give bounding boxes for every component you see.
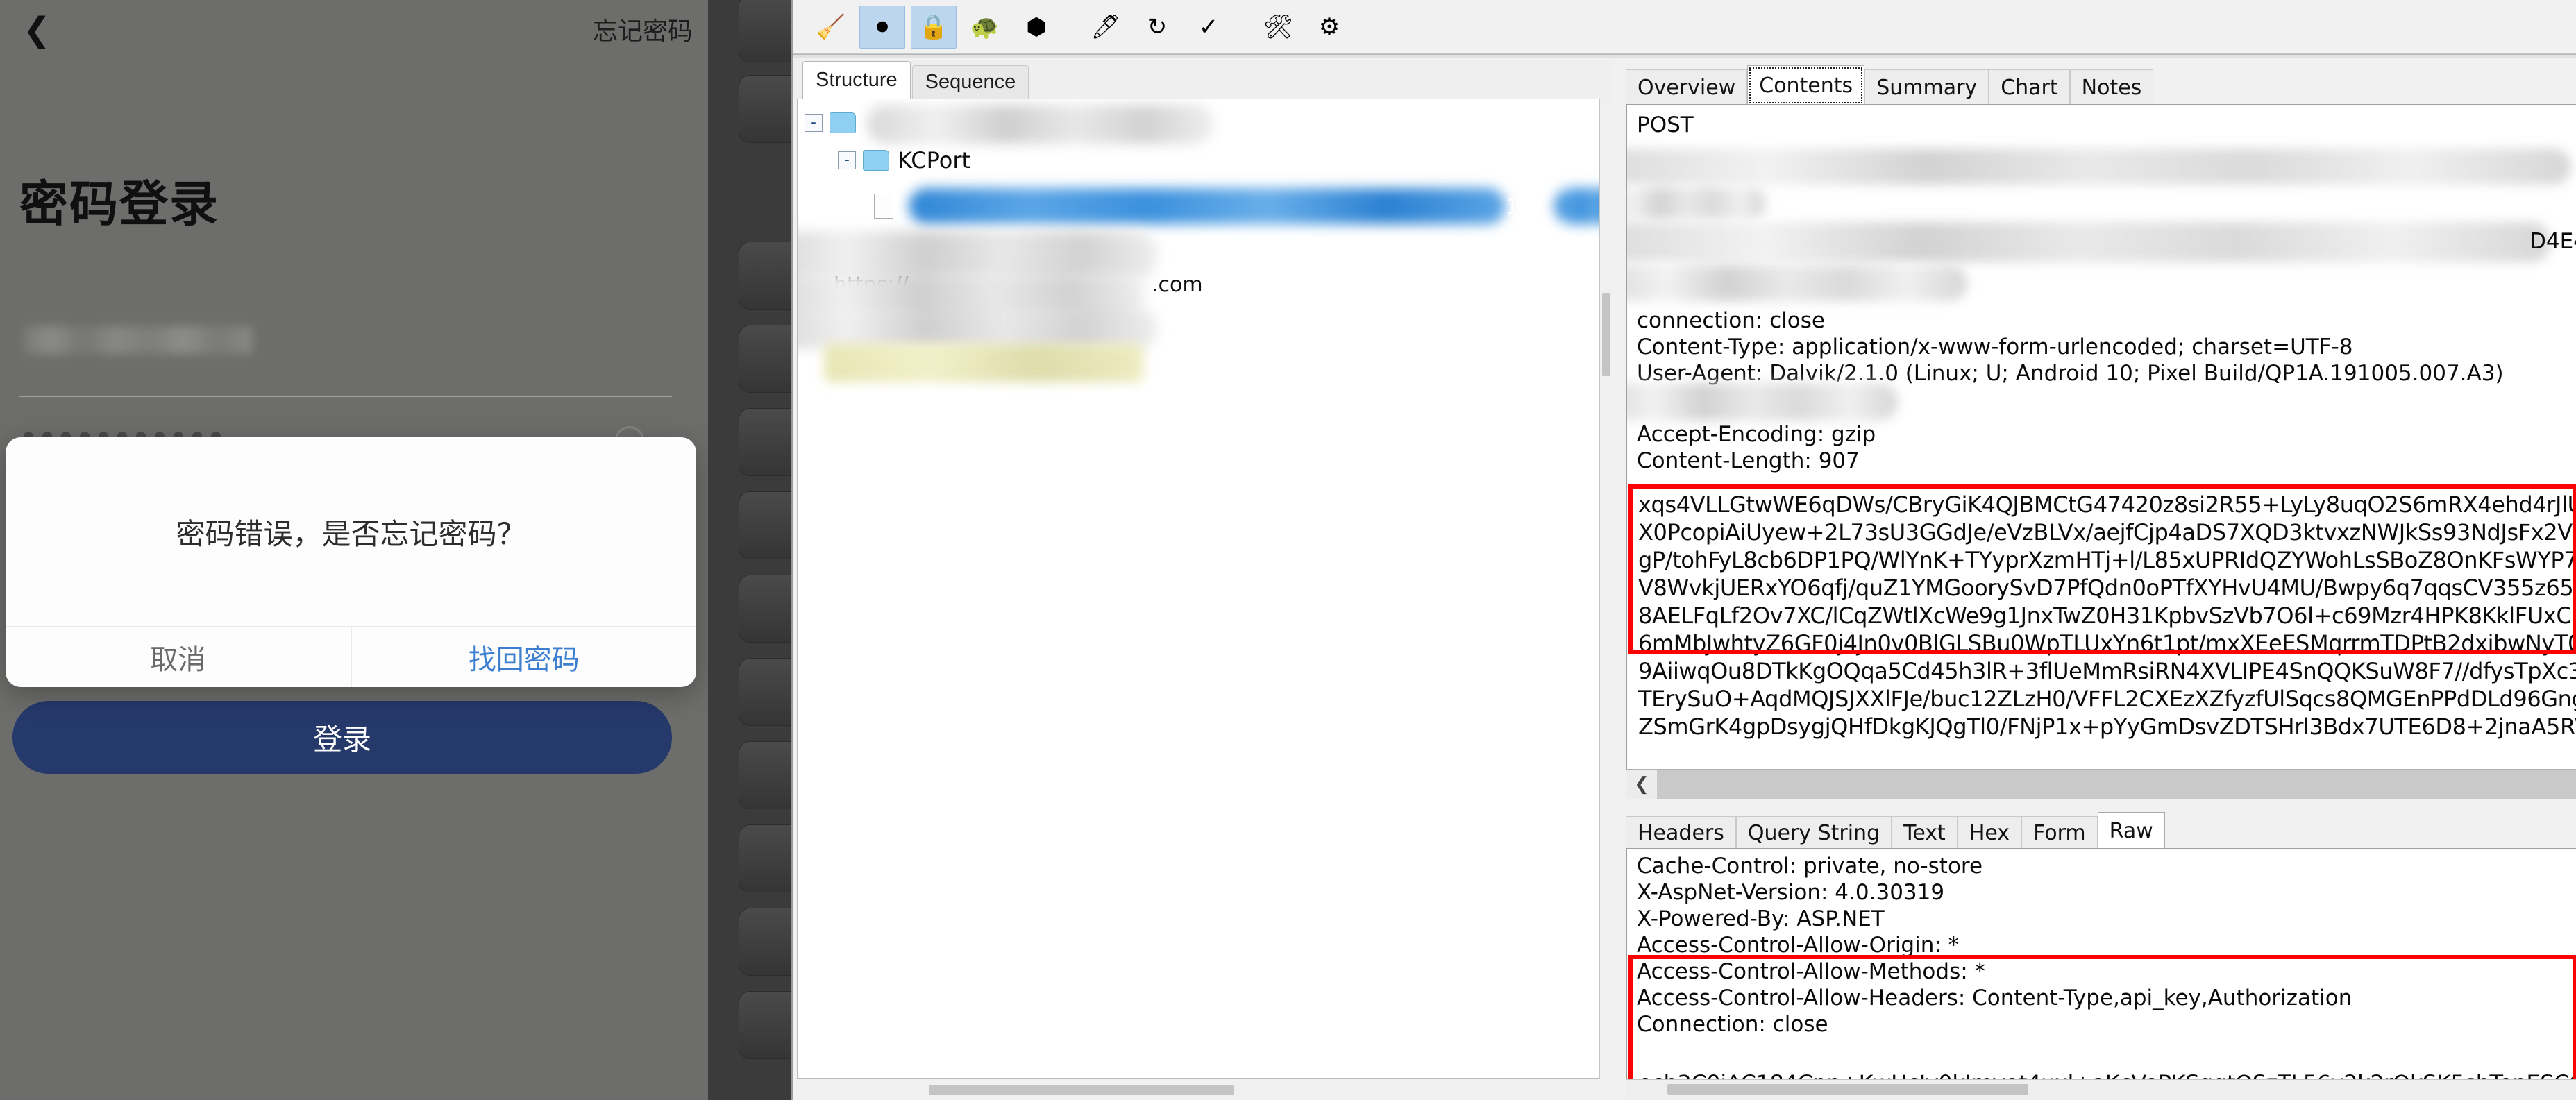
request-body-line: X0PcopiAiUyew+2L73sU3GGdJe/eVzBLVx/aejfC… bbox=[1638, 519, 2576, 545]
session-tree-hscrollbar[interactable] bbox=[797, 1081, 1599, 1100]
record-icon[interactable]: ⏺ bbox=[859, 5, 905, 49]
request-file-icon bbox=[874, 194, 893, 219]
dialog-message: 密码错误，是否忘记密码？ bbox=[176, 516, 526, 551]
collapse-icon[interactable]: - bbox=[805, 114, 823, 132]
settings-icon[interactable]: ⚙ bbox=[1306, 6, 1352, 49]
tab-sequence[interactable]: Sequence bbox=[911, 65, 1029, 99]
scrollbar-thumb[interactable] bbox=[1667, 1084, 2028, 1095]
forgot-password-link[interactable]: 忘记密码 bbox=[593, 11, 693, 47]
tools-icon[interactable]: 🛠 bbox=[1255, 6, 1301, 49]
request-method: POST bbox=[1637, 112, 1694, 137]
tab-overview[interactable]: Overview bbox=[1626, 69, 1748, 105]
field-divider bbox=[19, 396, 672, 397]
repeat-icon[interactable]: ↻ bbox=[1134, 6, 1180, 49]
scrollbar-thumb[interactable] bbox=[929, 1085, 1234, 1095]
breakpoints-icon[interactable]: ⬢ bbox=[1013, 6, 1059, 49]
response-hscrollbar[interactable] bbox=[1626, 1079, 2576, 1100]
tree-url-fragment-right: .com bbox=[1152, 273, 1203, 297]
tree-row-selected[interactable] bbox=[874, 188, 902, 224]
request-body-tail-line: ZSmGrK4gpDsygjQHfDkgKJQgTl0/FNjP1x+pYyGm… bbox=[1638, 713, 2576, 740]
session-tree[interactable]: - - KCPort 1&Port ht bbox=[797, 99, 1599, 1079]
compose-icon[interactable]: 🖊 bbox=[1083, 6, 1129, 49]
page-title: 密码登录 bbox=[19, 176, 219, 232]
path-folder-icon bbox=[863, 150, 889, 171]
tree-row-redacted bbox=[798, 307, 1159, 349]
device-frame-strip bbox=[708, 0, 802, 1100]
request-body-line: V8WvkjUERxYO6qfj/quZ1YMGoorySvD7PfQdn0oP… bbox=[1638, 575, 2576, 601]
session-tabs: Structure Sequence bbox=[793, 60, 1612, 99]
request-header-line: Content-Type: application/x-www-form-url… bbox=[1637, 335, 2353, 359]
request-header-redacted bbox=[1627, 383, 1898, 421]
throttling-icon[interactable]: 🐢 bbox=[962, 6, 1008, 49]
request-header-redacted bbox=[1627, 265, 1967, 301]
collapse-icon[interactable]: - bbox=[838, 151, 856, 169]
response-header-line: Cache-Control: private, no-store bbox=[1637, 854, 1983, 879]
response-header-line: Access-Control-Allow-Methods: * bbox=[1637, 959, 1986, 984]
detail-tabs: Overview Contents Summary Chart Notes bbox=[1626, 64, 2576, 105]
subtab-text[interactable]: Text bbox=[1892, 816, 1958, 849]
scroll-left-arrow-icon[interactable]: ❮ bbox=[1626, 770, 1657, 799]
toolbar-divider bbox=[793, 54, 2576, 58]
detail-panel: Overview Contents Summary Chart Notes PO… bbox=[1619, 60, 2576, 1100]
tab-structure[interactable]: Structure bbox=[802, 61, 911, 99]
request-body-line: 8AELFqLf2Ov7XC/lCqZWtlXcWe9g1JnxTwZ0H31K… bbox=[1638, 602, 2576, 629]
request-body-hscrollbar[interactable]: ❮ bbox=[1626, 769, 2576, 799]
request-header-line: connection: close bbox=[1637, 308, 1825, 333]
request-header-fragment: D4E4 bbox=[2529, 229, 2576, 254]
response-header-line: Connection: close bbox=[1637, 1012, 1828, 1037]
request-header-line: Accept-Encoding: gzip bbox=[1637, 422, 1876, 447]
subtab-hex[interactable]: Hex bbox=[1957, 816, 2022, 849]
tab-contents[interactable]: Contents bbox=[1747, 65, 1865, 105]
selected-request-label-redacted bbox=[909, 188, 1506, 224]
charles-toolbar: 🧹 ⏺ 🔒 🐢 ⬢ 🖊 ↻ ✓ 🛠 ⚙ bbox=[793, 0, 2576, 54]
tree-row[interactable]: - bbox=[805, 105, 864, 141]
response-contents-view[interactable]: Cache-Control: private, no-store X-AspNe… bbox=[1626, 848, 2576, 1100]
request-header-redacted bbox=[1627, 187, 1766, 219]
subtab-headers[interactable]: Headers bbox=[1626, 816, 1736, 849]
tree-item-label: KCPort bbox=[898, 147, 971, 174]
back-icon[interactable]: ❮ bbox=[12, 6, 61, 54]
request-url-redacted bbox=[1627, 149, 2571, 185]
selected-request-label-redacted-2 bbox=[1554, 188, 1599, 224]
phone-screen: ❮ 忘记密码 密码登录 登录 密码错误，是否忘记密码？ 取消 找回密码 bbox=[0, 0, 708, 1100]
tab-notes[interactable]: Notes bbox=[2069, 69, 2154, 105]
session-tree-vscrollbar[interactable] bbox=[1599, 99, 1612, 1079]
session-panel: Structure Sequence - - KCPort 1&Port .co… bbox=[793, 60, 1612, 1100]
dialog-actions: 取消 找回密码 bbox=[6, 626, 696, 687]
tab-summary[interactable]: Summary bbox=[1864, 69, 1989, 105]
subtab-form[interactable]: Form bbox=[2021, 816, 2098, 849]
request-host-redacted bbox=[1627, 222, 2550, 262]
ssl-proxying-icon[interactable]: 🔒 bbox=[911, 5, 957, 49]
request-contents-view[interactable]: POST D4E4 connection: close Content-Type… bbox=[1626, 104, 2576, 799]
request-body-line: xqs4VLLGtwWE6qDWs/CBryGiK4QJBMCtG47420z8… bbox=[1638, 491, 2576, 518]
screenshot-root: ❮ 忘记密码 密码登录 登录 密码错误，是否忘记密码？ 取消 找回密码 🧹 ⏺ … bbox=[0, 0, 2576, 1100]
dialog-confirm-button[interactable]: 找回密码 bbox=[352, 627, 697, 687]
response-header-line: X-Powered-By: ASP.NET bbox=[1637, 906, 1885, 931]
subtab-raw[interactable]: Raw bbox=[2097, 812, 2165, 849]
tree-row-highlight-redacted bbox=[824, 344, 1143, 382]
charles-proxy-window: 🧹 ⏺ 🔒 🐢 ⬢ 🖊 ↻ ✓ 🛠 ⚙ Structure Sequence - bbox=[791, 0, 2576, 1100]
tab-chart[interactable]: Chart bbox=[1989, 69, 2070, 105]
dialog-cancel-button[interactable]: 取消 bbox=[6, 627, 351, 687]
request-header-line: Content-Length: 907 bbox=[1637, 448, 1860, 473]
response-header-line: Access-Control-Allow-Origin: * bbox=[1637, 933, 1960, 958]
tree-row-label-redacted bbox=[867, 105, 1214, 144]
error-dialog: 密码错误，是否忘记密码？ 取消 找回密码 bbox=[6, 437, 696, 687]
response-header-line: X-AspNet-Version: 4.0.30319 bbox=[1637, 880, 1945, 905]
response-header-line: Access-Control-Allow-Headers: Content-Ty… bbox=[1637, 985, 2352, 1010]
scrollbar-thumb[interactable] bbox=[1602, 293, 1610, 376]
request-body-line: 6mMbJwhtyZ6GF0j4Jn0v0BlGLSBu0WpTLUxYn6t1… bbox=[1638, 630, 2576, 657]
validate-icon[interactable]: ✓ bbox=[1186, 6, 1231, 49]
content-subtabs: Headers Query String Text Hex Form Raw bbox=[1626, 811, 2165, 849]
tree-row[interactable]: - KCPort bbox=[838, 142, 970, 178]
request-body-line: 9AiiwqOu8DTkKgOQqa5Cd45h3lR+3flUeMmRsiRN… bbox=[1638, 658, 2576, 684]
username-field[interactable] bbox=[24, 326, 253, 354]
request-header-line: User-Agent: Dalvik/2.1.0 (Linux; U; Andr… bbox=[1637, 361, 2504, 386]
host-folder-icon bbox=[830, 112, 856, 133]
clear-icon[interactable]: 🧹 bbox=[808, 6, 854, 49]
request-body-line: TErySuO+AqdMQJSJXXlFJe/buc12ZLzH0/VFFL2C… bbox=[1638, 686, 2576, 712]
subtab-query-string[interactable]: Query String bbox=[1735, 816, 1892, 849]
login-button[interactable]: 登录 bbox=[12, 701, 672, 774]
request-body-line: gP/tohFyL8cb6DP1PQ/WlYnK+TYyprXzmHTj+l/L… bbox=[1638, 547, 2576, 573]
